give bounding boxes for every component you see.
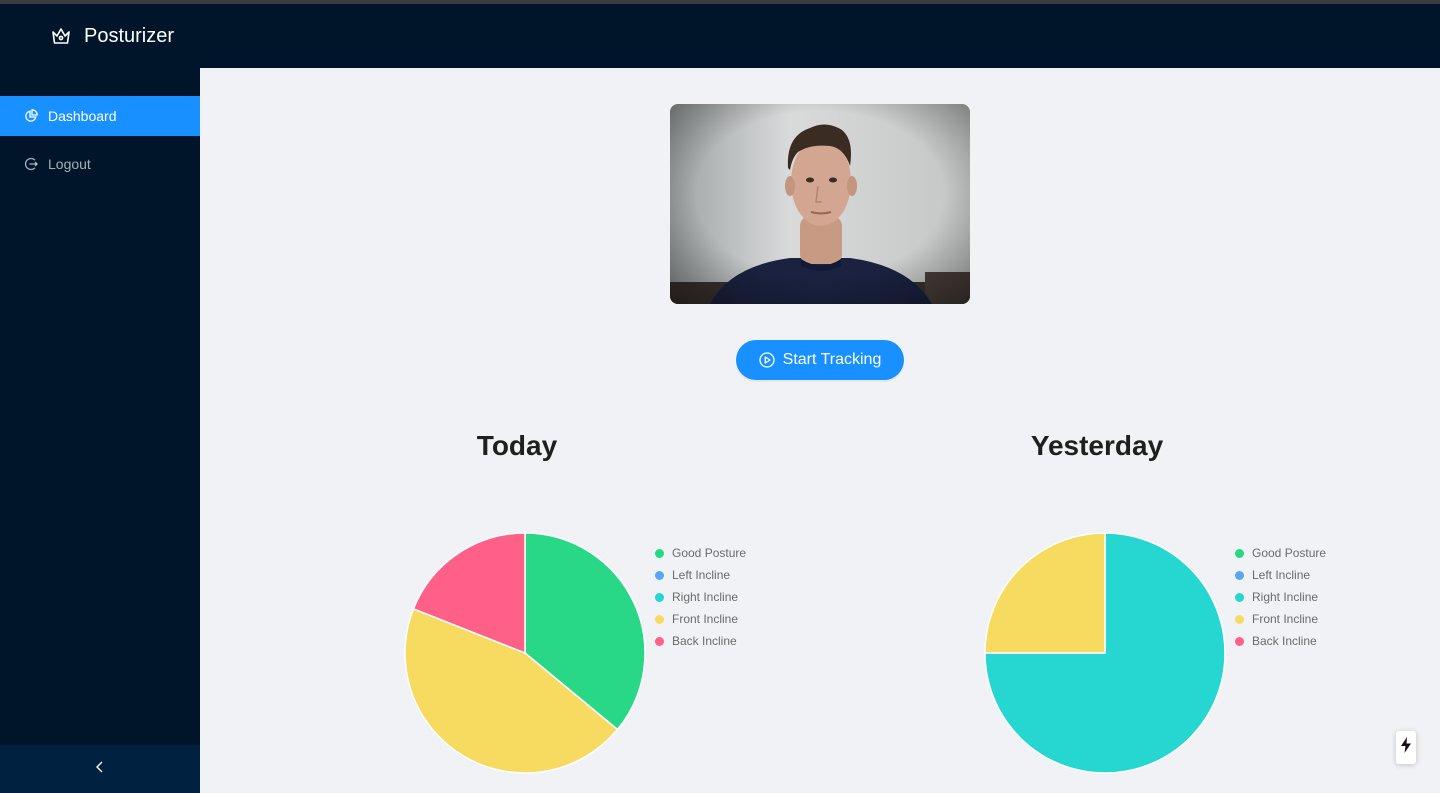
legend-item-front-incline[interactable]: Front Incline: [655, 608, 746, 630]
legend-label: Left Incline: [672, 568, 731, 582]
legend-item-right-incline[interactable]: Right Incline: [1235, 586, 1326, 608]
legend-item-back-incline[interactable]: Back Incline: [1235, 630, 1326, 652]
legend-label: Good Posture: [672, 546, 747, 560]
legend-dot: [1235, 592, 1244, 602]
logout-icon: [24, 157, 38, 171]
legend-dot: [1235, 548, 1244, 558]
legend-label: Good Posture: [1252, 546, 1327, 560]
play-circle-icon: [758, 352, 775, 368]
chart-title-yesterday: Yesterday: [1030, 430, 1164, 461]
legend-dot: [1235, 636, 1244, 646]
sidebar-item-dashboard[interactable]: Dashboard: [0, 96, 200, 136]
legend-label: Right Incline: [672, 590, 739, 604]
chart-title-today: Today: [476, 430, 558, 461]
webcam-image: [670, 104, 970, 304]
sidebar-menu: Dashboard Logout: [0, 68, 200, 184]
legend-item-right-incline[interactable]: Right Incline: [655, 586, 746, 608]
legend-today: Good Posture Left Incline Right Incline Fro…: [655, 542, 746, 652]
legend-label: Back Incline: [1252, 634, 1317, 648]
legend-dot: [1235, 570, 1244, 580]
sidebar-item-logout[interactable]: Logout: [0, 144, 200, 184]
legend-label: Front Incline: [1252, 612, 1319, 626]
legend-label: Right Incline: [1252, 590, 1319, 604]
legend-label: Back Incline: [672, 634, 737, 648]
legend-item-front-incline[interactable]: Front Incline: [1235, 608, 1326, 630]
pie-chart-today: [404, 532, 646, 774]
legend-dot: [655, 548, 664, 558]
legend-item-good-posture[interactable]: Good Posture: [655, 542, 746, 564]
bolt-button[interactable]: [1396, 731, 1416, 764]
main-content: Start Tracking Today Yesterday Good Post…: [200, 68, 1440, 793]
start-tracking-label: Start Tracking: [782, 351, 882, 368]
legend-dot: [655, 614, 664, 624]
chevron-left-icon: [94, 760, 106, 779]
pie-chart-yesterday: [984, 532, 1226, 774]
sidebar-item-label: Logout: [48, 156, 91, 172]
legend-item-left-incline[interactable]: Left Incline: [655, 564, 746, 586]
legend-label: Front Incline: [672, 612, 739, 626]
app-title: Posturizer: [84, 24, 175, 47]
webcam-feed: [670, 104, 970, 304]
legend-dot: [655, 570, 664, 580]
legend-label: Left Incline: [1252, 568, 1311, 582]
legend-item-good-posture[interactable]: Good Posture: [1235, 542, 1326, 564]
app-header: Posturizer: [0, 4, 1440, 68]
legend-item-back-incline[interactable]: Back Incline: [655, 630, 746, 652]
crown-icon: [50, 25, 72, 47]
sidebar-collapse-trigger[interactable]: [0, 745, 200, 793]
legend-item-left-incline[interactable]: Left Incline: [1235, 564, 1326, 586]
start-tracking-button[interactable]: Start Tracking: [736, 340, 904, 380]
legend-yesterday: Good Posture Left Incline Right Incline Fro…: [1235, 542, 1326, 652]
legend-dot: [1235, 614, 1244, 624]
legend-dot: [655, 636, 664, 646]
pie-slice-front-incline[interactable]: [984, 532, 1106, 654]
legend-dot: [655, 592, 664, 602]
pie-chart-icon: [24, 109, 38, 123]
sidebar: Dashboard Logout: [0, 68, 200, 793]
lightning-icon: [1400, 736, 1412, 759]
sidebar-item-label: Dashboard: [48, 108, 117, 124]
